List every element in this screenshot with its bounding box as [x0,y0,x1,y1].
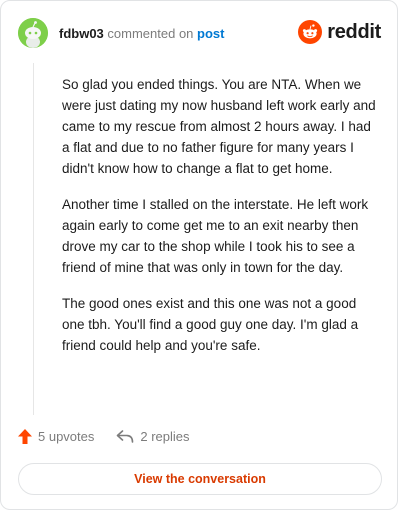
post-link[interactable]: post [197,26,224,41]
reddit-snoo-icon [298,20,323,44]
thread-line [33,63,34,415]
reddit-logo[interactable]: reddit [298,20,381,44]
comment-paragraph: Another time I stalled on the interstate… [62,197,369,275]
comment-paragraph: The good ones exist and this one was not… [62,296,359,353]
commented-on-text: commented on [107,26,194,41]
comment-body: So glad you ended things. You are NTA. W… [62,74,382,371]
snoo-avatar-icon[interactable] [18,18,48,48]
reply-arrow-icon [117,430,134,443]
reddit-wordmark: reddit [327,20,381,43]
byline: fdbw03 commented on post [59,26,225,42]
upvote-count: 5 upvotes [38,429,95,444]
replies-button[interactable]: 2 replies [116,429,190,444]
comment-header: fdbw03 commented on post reddit [1,1,397,65]
comment-paragraph: So glad you ended things. You are NTA. W… [62,77,376,176]
view-conversation-button[interactable]: View the conversation [18,463,382,495]
comment-actions: 5 upvotes 2 replies [18,429,190,444]
upvote-arrow-icon [18,429,32,444]
replies-count: 2 replies [140,429,190,444]
comment-card: fdbw03 commented on post reddit So glad … [0,0,398,510]
upvote-button[interactable]: 5 upvotes [18,429,94,444]
username-link[interactable]: fdbw03 [59,26,104,41]
